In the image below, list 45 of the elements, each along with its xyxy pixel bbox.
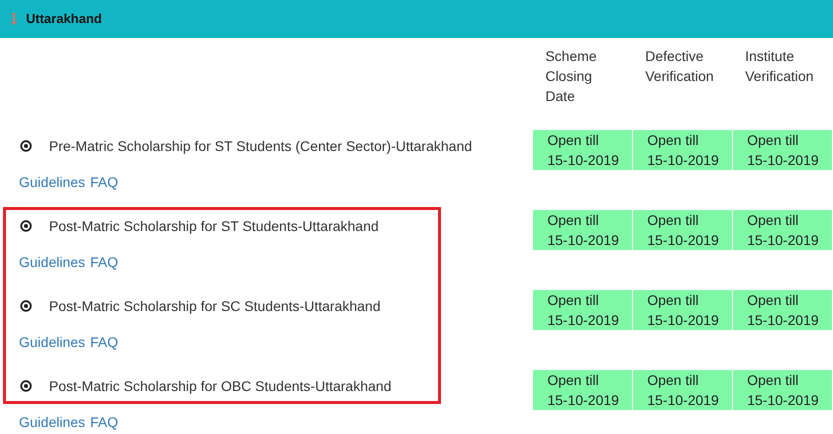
status-date: 15-10-2019 bbox=[647, 231, 720, 250]
status-label: Open till bbox=[547, 371, 600, 390]
scheme-link[interactable]: Guidelines bbox=[19, 413, 86, 431]
status-date: 15-10-2019 bbox=[747, 391, 820, 410]
status-label: Open till bbox=[747, 371, 800, 390]
column-header: Scheme Closing Date bbox=[545, 47, 598, 106]
scheme-link[interactable]: FAQ bbox=[90, 413, 118, 431]
scheme-link[interactable]: Guidelines bbox=[19, 253, 86, 271]
status-date: 15-10-2019 bbox=[547, 311, 620, 330]
status-label: Open till bbox=[747, 131, 800, 150]
scheme-link[interactable]: FAQ bbox=[90, 253, 118, 271]
radio-icon bbox=[20, 140, 32, 152]
scheme-title: Post-Matric Scholarship for ST Students-Uttarakhand bbox=[49, 217, 379, 236]
status-date: 15-10-2019 bbox=[747, 231, 820, 250]
status-label: Open till bbox=[547, 211, 600, 230]
arrow-icon bbox=[10, 12, 18, 26]
status-date: 15-10-2019 bbox=[747, 311, 820, 330]
status-date: 15-10-2019 bbox=[547, 231, 620, 250]
status-label: Open till bbox=[747, 291, 800, 310]
scheme-link[interactable]: Guidelines bbox=[19, 333, 86, 351]
radio-icon bbox=[20, 380, 32, 392]
status-date: 15-10-2019 bbox=[547, 391, 620, 410]
column-header: Institute Verification bbox=[745, 47, 815, 86]
status-label: Open till bbox=[547, 291, 600, 310]
scheme-link[interactable]: FAQ bbox=[90, 333, 118, 351]
radio-icon bbox=[20, 220, 32, 232]
status-label: Open till bbox=[647, 291, 700, 310]
status-date: 15-10-2019 bbox=[647, 151, 720, 170]
column-header: Defective Verification bbox=[645, 47, 715, 86]
header-title: Uttarakhand bbox=[26, 10, 102, 28]
status-label: Open till bbox=[647, 131, 700, 150]
status-label: Open till bbox=[747, 211, 800, 230]
status-label: Open till bbox=[647, 371, 700, 390]
status-date: 15-10-2019 bbox=[747, 151, 820, 170]
radio-icon bbox=[20, 300, 32, 312]
status-label: Open till bbox=[547, 131, 600, 150]
status-date: 15-10-2019 bbox=[647, 391, 720, 410]
status-label: Open till bbox=[647, 211, 700, 230]
status-date: 15-10-2019 bbox=[547, 151, 620, 170]
scheme-link[interactable]: Guidelines bbox=[19, 173, 86, 191]
scheme-title: Post-Matric Scholarship for OBC Students-Uttarakhand bbox=[49, 377, 392, 396]
scheme-title: Post-Matric Scholarship for SC Students-Uttarakhand bbox=[49, 297, 380, 316]
status-date: 15-10-2019 bbox=[647, 311, 720, 330]
scheme-title: Pre-Matric Scholarship for ST Students (Center Sector)-Uttarakhand bbox=[49, 137, 472, 156]
scheme-link[interactable]: FAQ bbox=[90, 173, 118, 191]
